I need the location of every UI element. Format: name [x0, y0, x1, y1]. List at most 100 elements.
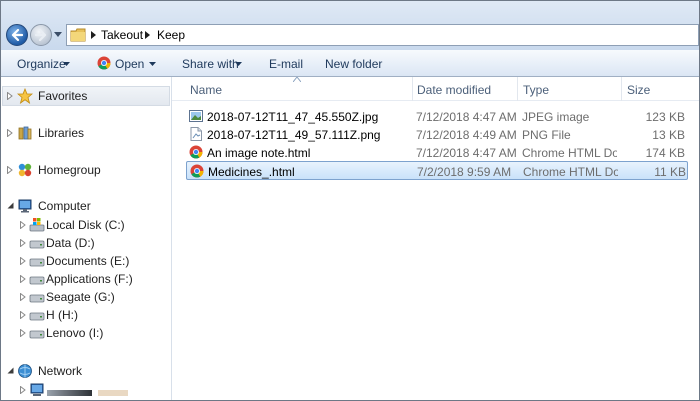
command-bar: Organize Open Share with E-mail New fold… — [1, 50, 699, 77]
explorer-window: Takeout Keep Organize Open Share with E-… — [0, 0, 700, 401]
nav-label: Documents (E:) — [46, 254, 130, 268]
collapse-arrow-icon[interactable] — [7, 202, 14, 209]
nav-item-computer[interactable]: Computer — [7, 197, 167, 215]
system-drive-icon — [29, 218, 45, 232]
forward-button[interactable] — [30, 24, 52, 46]
breadcrumb-takeout[interactable]: Takeout — [101, 28, 143, 42]
sort-ascending-icon — [293, 77, 301, 82]
column-divider[interactable] — [621, 77, 622, 101]
nav-item-drive-e[interactable]: Documents (E:) — [20, 252, 170, 270]
email-button[interactable]: E-mail — [269, 57, 303, 71]
nav-item-libraries[interactable]: Libraries — [7, 124, 167, 142]
folder-icon — [70, 28, 86, 42]
file-list-pane: Name Date modified Type Size 2018-07-12T… — [172, 77, 699, 400]
recent-pages-dropdown-icon[interactable] — [54, 32, 62, 38]
nav-label: Local Disk (C:) — [46, 218, 125, 232]
file-size: 174 KB — [645, 146, 685, 160]
expand-arrow-icon[interactable] — [20, 221, 26, 229]
nav-label: Network — [38, 364, 83, 378]
nav-label: Lenovo (I:) — [46, 326, 104, 340]
navigation-pane: Favorites Libraries Homegroup Computer L… — [1, 77, 172, 400]
file-row[interactable]: An image note.html 7/12/2018 4:47 AM Chr… — [186, 143, 688, 162]
nav-item-favorites[interactable]: Favorites — [7, 87, 167, 105]
expand-arrow-icon[interactable] — [20, 311, 26, 319]
file-row[interactable]: 2018-07-12T11_47_45.550Z.jpg 7/12/2018 4… — [186, 107, 688, 126]
nav-item-drive-c[interactable]: Local Disk (C:) — [20, 216, 170, 234]
expand-arrow-icon[interactable] — [7, 166, 13, 174]
breadcrumb-keep[interactable]: Keep — [157, 28, 185, 42]
address-field[interactable]: Takeout Keep — [66, 24, 699, 46]
file-date: 7/12/2018 4:49 AM — [416, 128, 517, 142]
column-type[interactable]: Type — [523, 83, 549, 97]
file-size: 123 KB — [645, 110, 685, 124]
column-date-modified[interactable]: Date modified — [417, 83, 491, 97]
file-date: 7/12/2018 4:47 AM — [416, 110, 517, 124]
nav-item-drive-d[interactable]: Data (D:) — [20, 234, 170, 252]
expand-arrow-icon[interactable] — [20, 239, 26, 247]
column-size[interactable]: Size — [627, 83, 650, 97]
network-icon — [18, 364, 32, 378]
expand-arrow-icon[interactable] — [20, 386, 26, 394]
nav-item-network[interactable]: Network — [7, 362, 167, 380]
back-button[interactable] — [6, 24, 28, 46]
file-name: Medicines_.html — [208, 165, 295, 179]
nav-label: H (H:) — [46, 308, 78, 322]
back-arrow-icon — [11, 29, 23, 41]
file-name: An image note.html — [207, 146, 311, 160]
file-row[interactable]: 2018-07-12T11_49_57.111Z.png 7/12/2018 4… — [186, 125, 688, 144]
nav-label: Seagate (G:) — [46, 290, 115, 304]
png-file-icon — [190, 127, 202, 141]
organize-button[interactable]: Organize — [17, 57, 66, 71]
drive-icon — [29, 330, 45, 339]
collapse-arrow-icon[interactable] — [7, 367, 14, 374]
expand-arrow-icon[interactable] — [7, 129, 13, 137]
drive-icon — [29, 294, 45, 303]
expand-arrow-icon[interactable] — [7, 92, 13, 100]
expand-arrow-icon[interactable] — [20, 293, 26, 301]
computer-icon — [18, 199, 32, 213]
nav-item-homegroup[interactable]: Homegroup — [7, 161, 167, 179]
expand-arrow-icon[interactable] — [20, 329, 26, 337]
nav-label: Homegroup — [38, 163, 101, 177]
breadcrumb-separator-icon[interactable] — [145, 31, 151, 39]
column-divider[interactable] — [412, 77, 413, 101]
expand-arrow-icon[interactable] — [20, 275, 26, 283]
share-with-button[interactable]: Share with — [182, 57, 239, 71]
expand-arrow-icon[interactable] — [20, 257, 26, 265]
nav-item-drive-f[interactable]: Applications (F:) — [20, 270, 170, 288]
nav-label: Libraries — [38, 126, 85, 140]
share-with-dropdown-icon[interactable] — [235, 62, 242, 66]
file-type: Chrome HTML Do... — [523, 165, 618, 179]
star-icon — [17, 88, 33, 104]
redacted-name — [98, 390, 128, 396]
chrome-icon — [190, 164, 204, 178]
column-name[interactable]: Name — [190, 83, 222, 97]
column-header: Name Date modified Type Size — [172, 77, 699, 101]
file-size: 13 KB — [652, 128, 685, 142]
column-divider[interactable] — [517, 77, 518, 101]
open-button[interactable]: Open — [115, 57, 144, 71]
chrome-icon — [189, 145, 203, 159]
file-name: 2018-07-12T11_47_45.550Z.jpg — [207, 110, 379, 124]
file-date: 7/2/2018 9:59 AM — [417, 165, 512, 179]
nav-label: Data (D:) — [46, 236, 95, 250]
nav-item-drive-g[interactable]: Seagate (G:) — [20, 288, 170, 306]
nav-item-drive-h[interactable]: H (H:) — [20, 306, 170, 324]
organize-dropdown-icon[interactable] — [63, 62, 70, 66]
chrome-icon — [97, 56, 111, 70]
nav-item-drive-i[interactable]: Lenovo (I:) — [20, 324, 170, 342]
file-type: Chrome HTML Do... — [522, 146, 617, 160]
nav-label: Computer — [38, 199, 91, 213]
nav-label: Applications (F:) — [46, 272, 133, 286]
redacted-name — [47, 390, 92, 396]
homegroup-icon — [18, 163, 32, 177]
file-row-selected[interactable]: Medicines_.html 7/2/2018 9:59 AM Chrome … — [186, 161, 688, 180]
drive-icon — [29, 312, 45, 321]
drive-icon — [29, 240, 45, 249]
breadcrumb-separator-icon[interactable] — [91, 31, 97, 39]
nav-item-network-computer[interactable] — [20, 381, 170, 399]
open-dropdown-icon[interactable] — [149, 62, 156, 66]
file-type: PNG File — [522, 128, 571, 142]
file-size: 11 KB — [654, 165, 686, 179]
new-folder-button[interactable]: New folder — [325, 57, 382, 71]
